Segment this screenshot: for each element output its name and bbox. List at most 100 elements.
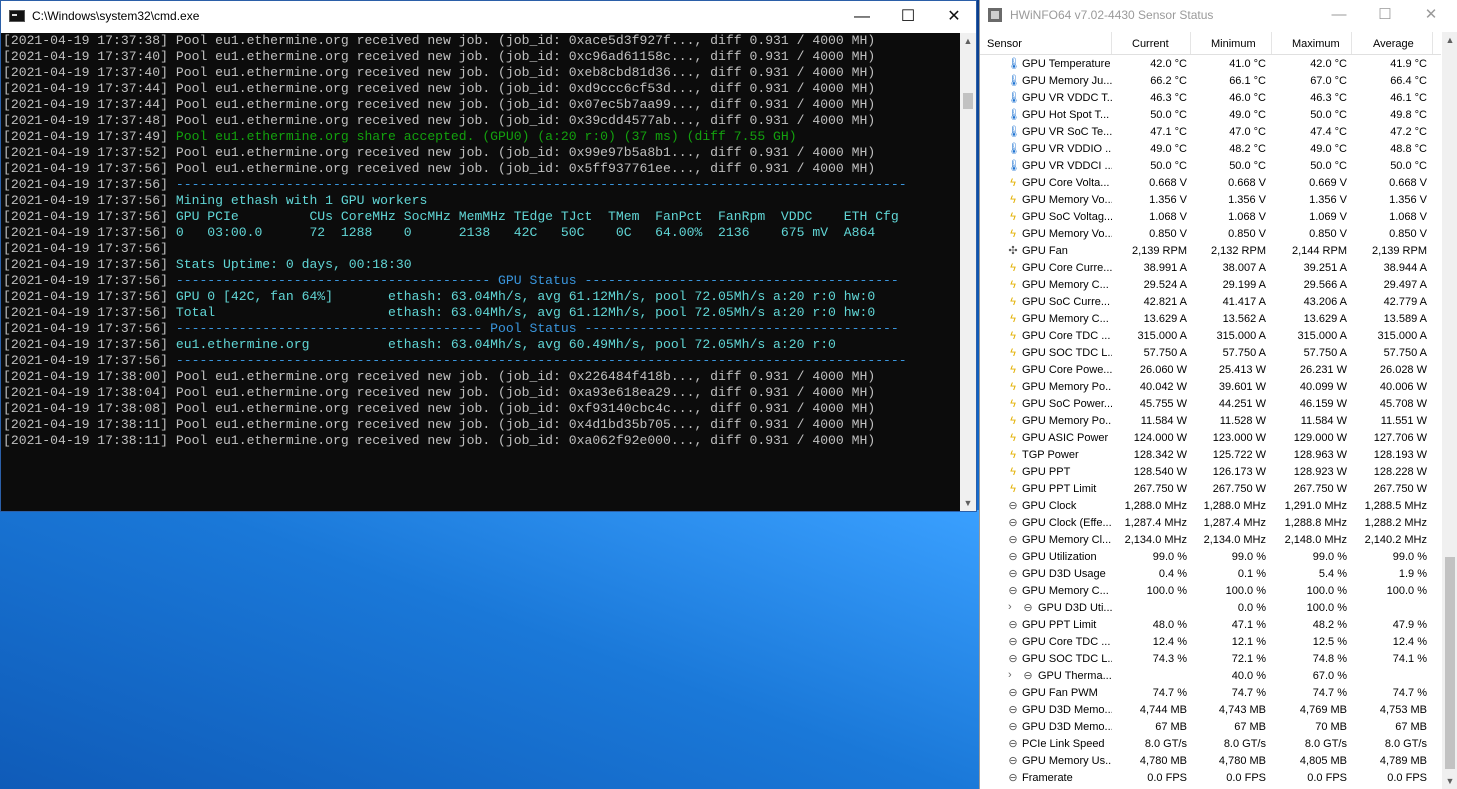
sensor-value-min: 123.000 W (1212, 432, 1266, 444)
sensor-value-min: 47.0 °C (1229, 126, 1266, 138)
sensor-row[interactable]: ⊖ GPU PPT Limit 48.0 % 47.1 % 48.2 % 47.9 % (980, 617, 1441, 634)
sensor-value-avg: 11.551 W (1380, 415, 1427, 427)
sensor-value-avg: 67 MB (1395, 721, 1427, 733)
lightning-icon: ϟ (1010, 347, 1016, 359)
sensor-row[interactable]: ϟ GPU SoC Curre... 42.821 A 41.417 A 43.206 … (980, 294, 1441, 311)
cmd-window[interactable]: C:\Windows\system32\cmd.exe — ☐ ✕ [2021-… (0, 0, 977, 512)
sensor-row[interactable]: ⊖ GPU D3D Usage 0.4 % 0.1 % 5.4 % 1.9 % (980, 566, 1441, 583)
sensor-value-avg: 49.8 °C (1390, 109, 1427, 121)
sensor-row[interactable]: ϟ GPU Memory Vo... 1.356 V 1.356 V 1.356 V 1.… (980, 192, 1441, 209)
column-header-minimum[interactable]: Minimum (1211, 38, 1256, 50)
expand-chevron-icon[interactable]: › (1008, 601, 1012, 613)
console-line: [2021-04-19 17:37:52] Pool eu1.ethermine… (3, 145, 958, 161)
sensor-row[interactable]: ⊖ GPU Fan PWM 74.7 % 74.7 % 74.7 % 74.7 % (980, 685, 1441, 702)
lightning-icon: ϟ (1010, 466, 1016, 478)
sensor-row[interactable]: ϟ GPU Core Volta... 0.668 V 0.668 V 0.669 V 0… (980, 175, 1441, 192)
sensor-row[interactable]: ✣ GPU Fan 2,139 RPM 2,132 RPM 2,144 RPM 2,139… (980, 243, 1441, 260)
scroll-thumb[interactable] (963, 93, 973, 109)
cmd-scrollbar[interactable]: ▲ ▼ (960, 33, 976, 511)
scroll-up-arrow-icon[interactable]: ▲ (1442, 32, 1457, 48)
console-line: [2021-04-19 17:37:56] ------------------… (3, 177, 958, 193)
hwinfo-close-button[interactable]: ✕ (1408, 0, 1454, 30)
sensor-row[interactable]: ⊖ GPU D3D Memo... 4,744 MB 4,743 MB 4,769 MB… (980, 702, 1441, 719)
cmd-title-bar[interactable]: C:\Windows\system32\cmd.exe — ☐ ✕ (1, 1, 976, 33)
console-line-timestamp: [2021-04-19 17:37:56] (3, 225, 169, 240)
sensor-row[interactable]: ϟ GPU Core TDC ... 315.000 A 315.000 A 315.0… (980, 328, 1441, 345)
sensor-row[interactable]: ϟ GPU PPT Limit 267.750 W 267.750 W 267.750 … (980, 481, 1441, 498)
hwinfo-minimize-button[interactable]: — (1316, 0, 1362, 30)
sensor-row[interactable]: › ⊖ GPU Therma... 40.0 % 67.0 % (980, 668, 1441, 685)
minimize-button[interactable]: — (839, 1, 885, 33)
sensor-row[interactable]: ⊖ GPU Memory Cl... 2,134.0 MHz 2,134.0 MHz 2… (980, 532, 1441, 549)
maximize-button[interactable]: ☐ (885, 1, 931, 33)
sensor-row[interactable]: ⊖ GPU Clock 1,288.0 MHz 1,288.0 MHz 1,291.0 … (980, 498, 1441, 515)
sensor-row[interactable]: ϟ GPU Memory C... 13.629 A 13.562 A 13.629 A… (980, 311, 1441, 328)
column-separator (1271, 32, 1272, 54)
console-line: [2021-04-19 17:37:40] Pool eu1.ethermine… (3, 65, 958, 81)
gauge-icon: ⊖ (1008, 636, 1018, 648)
hwinfo-scroll-thumb[interactable] (1445, 557, 1455, 769)
sensor-table-header: Sensor Current Minimum Maximum Average (980, 32, 1441, 55)
sensor-row[interactable]: ϟ GPU PPT 128.540 W 126.173 W 128.923 W 128.2… (980, 464, 1441, 481)
scroll-down-arrow-icon[interactable]: ▼ (1442, 773, 1457, 789)
console-line-timestamp: [2021-04-19 17:37:56] (3, 241, 169, 256)
sensor-row[interactable]: ϟ GPU SoC Voltag... 1.068 V 1.068 V 1.069 V 1… (980, 209, 1441, 226)
sensor-row[interactable]: ϟ GPU Memory Po... 11.584 W 11.528 W 11.584 … (980, 413, 1441, 430)
console-line-timestamp: [2021-04-19 17:37:56] (3, 257, 169, 272)
sensor-row[interactable]: ⊖ PCIe Link Speed 8.0 GT/s 8.0 GT/s 8.0 GT/s… (980, 736, 1441, 753)
sensor-row[interactable]: 🌡 GPU Memory Ju... 66.2 °C 66.1 °C 67.0 °C 66… (980, 73, 1441, 90)
hwinfo-scrollbar[interactable]: ▲ ▼ (1442, 32, 1457, 789)
hwinfo-window[interactable]: HWiNFO64 v7.02-4430 Sensor Status — ☐ ✕ … (979, 0, 1457, 789)
sensor-row[interactable]: ⊖ GPU D3D Memo... 67 MB 67 MB 70 MB 67 MB (980, 719, 1441, 736)
sensor-value-min: 99.0 % (1231, 551, 1266, 563)
sensor-name: GPU Therma... (1038, 670, 1112, 682)
sensor-row[interactable]: ϟ GPU SoC Power... 45.755 W 44.251 W 46.159 … (980, 396, 1441, 413)
hwinfo-title-bar[interactable]: HWiNFO64 v7.02-4430 Sensor Status — ☐ ✕ (980, 0, 1457, 30)
sensor-row[interactable]: 🌡 GPU Hot Spot T... 50.0 °C 49.0 °C 50.0 °C 4… (980, 107, 1441, 124)
hwinfo-window-title: HWiNFO64 v7.02-4430 Sensor Status (1010, 8, 1214, 22)
console-output[interactable]: [2021-04-19 17:37:38] Pool eu1.ethermine… (3, 33, 958, 511)
sensor-row[interactable]: ϟ GPU Memory C... 29.524 A 29.199 A 29.566 A… (980, 277, 1441, 294)
column-header-maximum[interactable]: Maximum (1292, 38, 1340, 50)
close-button[interactable]: ✕ (931, 1, 977, 33)
sensor-row[interactable]: › ⊖ GPU D3D Uti... 0.0 % 100.0 % (980, 600, 1441, 617)
sensor-value-cur: 74.3 % (1152, 653, 1187, 665)
sensor-row[interactable]: ⊖ GPU SOC TDC L... 74.3 % 72.1 % 74.8 % 74.1 … (980, 651, 1441, 668)
sensor-row[interactable]: ϟ GPU Memory Vo... 0.850 V 0.850 V 0.850 V 0.… (980, 226, 1441, 243)
sensor-row[interactable]: 🌡 GPU VR VDDC T... 46.3 °C 46.0 °C 46.3 °C 46… (980, 90, 1441, 107)
sensor-row[interactable]: ϟ GPU Memory Po... 40.042 W 39.601 W 40.099 … (980, 379, 1441, 396)
sensor-row[interactable]: 🌡 GPU VR SoC Te... 47.1 °C 47.0 °C 47.4 °C 47… (980, 124, 1441, 141)
sensor-row[interactable]: 🌡 GPU VR VDDCI ... 50.0 °C 50.0 °C 50.0 °C 50… (980, 158, 1441, 175)
console-line-timestamp: [2021-04-19 17:37:56] (3, 337, 169, 352)
hwinfo-maximize-button[interactable]: ☐ (1362, 0, 1408, 30)
sensor-row[interactable]: ⊖ GPU Memory C... 100.0 % 100.0 % 100.0 % 100… (980, 583, 1441, 600)
expand-chevron-icon[interactable]: › (1008, 669, 1012, 681)
sensor-row[interactable]: ϟ TGP Power 128.342 W 125.722 W 128.963 W 128… (980, 447, 1441, 464)
sensor-value-avg: 4,789 MB (1379, 755, 1427, 767)
column-separator (1111, 32, 1112, 54)
sensor-row[interactable]: ϟ GPU SOC TDC L... 57.750 A 57.750 A 57.750 … (980, 345, 1441, 362)
sensor-row[interactable]: 🌡 GPU VR VDDIO ... 49.0 °C 48.2 °C 49.0 °C 48… (980, 141, 1441, 158)
sensor-row[interactable]: ⊖ GPU Core TDC ... 12.4 % 12.1 % 12.5 % 12.4 … (980, 634, 1441, 651)
sensor-row[interactable]: ⊖ GPU Utilization 99.0 % 99.0 % 99.0 % 99.0 % (980, 549, 1441, 566)
console-line-message: Mining ethash with 1 GPU workers (168, 193, 428, 208)
column-header-average[interactable]: Average (1373, 38, 1414, 50)
sensor-value-avg: 57.750 A (1383, 347, 1427, 359)
column-header-sensor[interactable]: Sensor (987, 38, 1022, 50)
console-line: [2021-04-19 17:37:56] GPU PCIe CUs CoreM… (3, 209, 958, 225)
sensor-row[interactable]: ϟ GPU Core Powe... 26.060 W 25.413 W 26.231 … (980, 362, 1441, 379)
console-line-message: Pool eu1.ethermine.org received new job.… (168, 161, 876, 176)
sensor-row[interactable]: ⊖ GPU Clock (Effe... 1,287.4 MHz 1,287.4 MH… (980, 515, 1441, 532)
sensor-row[interactable]: ϟ GPU Core Curre... 38.991 A 38.007 A 39.251… (980, 260, 1441, 277)
scroll-down-arrow-icon[interactable]: ▼ (960, 495, 976, 511)
sensor-rows[interactable]: 🌡 GPU Temperature 42.0 °C 41.0 °C 42.0 °C 41.… (980, 56, 1441, 789)
sensor-value-avg: 315.000 A (1377, 330, 1427, 342)
sensor-row[interactable]: ⊖ Framerate 0.0 FPS 0.0 FPS 0.0 FPS 0.0 FPS (980, 770, 1441, 787)
scroll-up-arrow-icon[interactable]: ▲ (960, 33, 976, 49)
sensor-value-max: 0.850 V (1309, 228, 1347, 240)
column-header-current[interactable]: Current (1132, 38, 1169, 50)
console-line-timestamp: [2021-04-19 17:37:52] (3, 145, 169, 160)
sensor-row[interactable]: ⊖ GPU Memory Us... 4,780 MB 4,780 MB 4,805 M… (980, 753, 1441, 770)
sensor-row[interactable]: ϟ GPU ASIC Power 124.000 W 123.000 W 129.000… (980, 430, 1441, 447)
sensor-row[interactable]: 🌡 GPU Temperature 42.0 °C 41.0 °C 42.0 °C 41.… (980, 56, 1441, 73)
